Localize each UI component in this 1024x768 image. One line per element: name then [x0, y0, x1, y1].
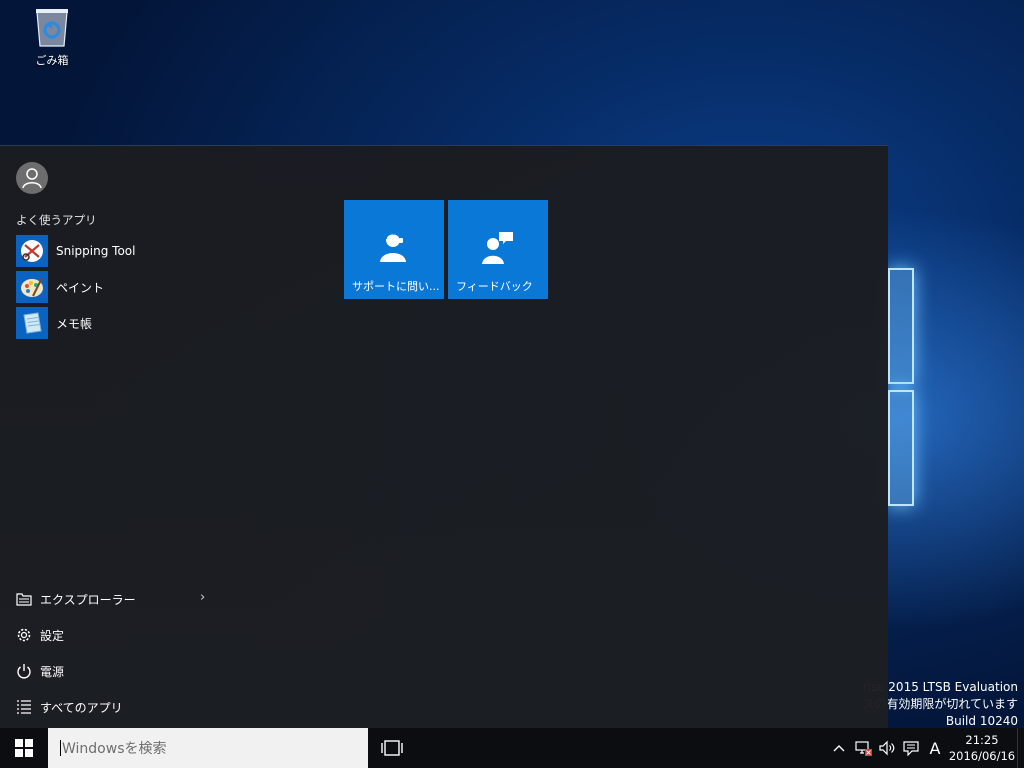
power-icon — [16, 663, 32, 679]
search-placeholder: Windowsを検索 — [62, 741, 167, 757]
app-label: Snipping Tool — [56, 244, 136, 258]
explorer-label: エクスプローラー — [40, 592, 136, 607]
chevron-right-icon[interactable]: › — [200, 590, 205, 605]
ime-mode-indicator[interactable]: A — [923, 728, 947, 768]
app-snipping-tool[interactable]: Snipping Tool — [16, 235, 135, 267]
app-notepad[interactable]: メモ帳 — [16, 307, 92, 339]
windows-logo-icon — [15, 739, 33, 757]
most-used-title: よく使うアプリ — [16, 213, 97, 227]
start-button[interactable] — [0, 728, 48, 768]
paint-palette-icon — [16, 271, 48, 303]
start-menu: よく使うアプリ Snipping Tool ペイント メモ帳 サポートに問い..… — [0, 145, 888, 729]
text-cursor — [60, 740, 61, 756]
volume-icon[interactable] — [875, 728, 899, 768]
app-paint[interactable]: ペイント — [16, 271, 104, 303]
network-disconnected-icon[interactable] — [851, 728, 875, 768]
support-person-icon — [378, 230, 410, 266]
system-tray: A 21:25 2016/06/16 — [827, 728, 1024, 768]
clock[interactable]: 21:25 2016/06/16 — [947, 732, 1017, 764]
notepad-icon — [16, 307, 48, 339]
windows-wallpaper-logo — [880, 262, 1024, 512]
settings-label: 設定 — [40, 628, 65, 643]
user-icon — [22, 168, 42, 189]
show-desktop-button[interactable] — [1017, 728, 1024, 768]
search-box[interactable]: Windowsを検索 — [48, 728, 368, 768]
user-avatar[interactable] — [16, 162, 48, 194]
tile-contact-support[interactable]: サポートに問い... — [344, 200, 444, 299]
task-view-icon — [381, 740, 403, 756]
explorer-button[interactable]: エクスプローラー — [16, 587, 136, 611]
settings-button[interactable]: 設定 — [16, 623, 64, 647]
app-label: メモ帳 — [56, 316, 93, 331]
gear-icon — [16, 627, 32, 643]
clock-time: 21:25 — [965, 733, 999, 747]
app-label: ペイント — [56, 280, 105, 295]
action-center-icon[interactable] — [899, 728, 923, 768]
all-apps-label: すべてのアプリ — [40, 700, 123, 715]
tile-label: サポートに問い... — [352, 280, 440, 293]
power-button[interactable]: 電源 — [16, 659, 64, 683]
all-apps-button[interactable]: すべてのアプリ — [16, 695, 123, 719]
recycle-bin-label: ごみ箱 — [35, 54, 69, 67]
task-view-button[interactable] — [380, 738, 404, 758]
chevron-up-icon[interactable] — [827, 728, 851, 768]
folder-icon — [16, 591, 32, 607]
power-label: 電源 — [40, 664, 65, 679]
scissors-icon — [16, 235, 48, 267]
taskbar: Windowsを検索 A 21:25 2016/06/16 — [0, 728, 1024, 768]
tile-label: フィードバック — [456, 280, 533, 293]
clock-date: 2016/06/16 — [948, 749, 1016, 763]
list-icon — [16, 699, 32, 715]
feedback-person-icon — [482, 230, 514, 266]
tile-feedback[interactable]: フィードバック — [448, 200, 548, 299]
recycle-bin[interactable]: ごみ箱 — [24, 6, 80, 68]
recycle-bin-icon — [34, 6, 70, 48]
